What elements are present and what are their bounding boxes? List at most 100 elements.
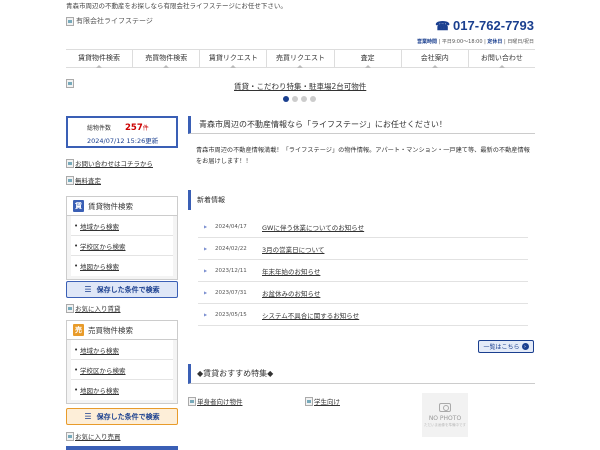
- news-item: 2023/05/15 システム不具合に関するお知らせ: [198, 304, 528, 326]
- sale-saved-search-button[interactable]: ☰ 保存した条件で検索: [66, 408, 178, 425]
- news-link[interactable]: システム不具合に関するお知らせ: [262, 310, 359, 320]
- rent-favorite-text: お気に入り賃貸: [75, 305, 121, 313]
- count-updated: 2024/07/12 15:26更新: [87, 137, 159, 145]
- nav-assessment[interactable]: 査定: [335, 50, 402, 68]
- rent-search-panel: 賃 賃貸物件検索 地域から検索 学校区から検索 地図から検索: [66, 196, 178, 280]
- phone-number[interactable]: ☎ 017-762-7793: [435, 18, 534, 33]
- rent-school-link[interactable]: 学校区から検索: [80, 241, 126, 251]
- broken-image-icon: [188, 396, 196, 406]
- broken-image-icon: [66, 158, 74, 168]
- camera-icon: [439, 402, 451, 412]
- news-link[interactable]: 年末年始のお知らせ: [262, 266, 320, 276]
- phone-icon: ☎: [435, 18, 451, 33]
- nav-sale-request[interactable]: 売買リクエスト: [267, 50, 335, 68]
- slider-dot-1[interactable]: [283, 96, 289, 102]
- rent-favorite-link[interactable]: お気に入り賃貸: [66, 303, 121, 313]
- assessment-banner-link[interactable]: 無料査定: [66, 175, 101, 185]
- intro-text: 青森市周辺の不動産情報満載！「ライフステージ」の物件情報。アパート・マンション・…: [196, 147, 530, 165]
- contact-banner-link[interactable]: お問い合わせはコチラから: [66, 158, 153, 168]
- rent-map-search[interactable]: 地図から検索: [71, 256, 173, 276]
- holiday-label: 定休日: [487, 39, 503, 45]
- sale-map-link[interactable]: 地図から検索: [80, 385, 119, 395]
- news-date: 2023/12/11: [215, 267, 247, 274]
- no-photo-label: NO PHOTO: [428, 414, 462, 422]
- news-date: 2024/04/17: [215, 223, 247, 230]
- holiday-value: 日曜日/祝日: [507, 39, 534, 45]
- logo-alt-text: 有限会社ライフステージ: [76, 17, 153, 25]
- saved-search-icon: ☰: [84, 412, 92, 421]
- recommend-heading: ◆賃貸おすすめ特集◆: [188, 364, 535, 384]
- news-date: 2023/07/31: [215, 289, 247, 296]
- news-link[interactable]: お盆休みのお知らせ: [262, 288, 320, 298]
- rent-map-link[interactable]: 地図から検索: [80, 261, 119, 271]
- news-date: 2023/05/15: [215, 311, 247, 318]
- main-heading: 青森市周辺の不動産情報なら「ライフステージ」にお任せください！: [188, 116, 535, 134]
- nav-sale-search[interactable]: 売買物件検索: [133, 50, 201, 68]
- news-link[interactable]: 3月の営業日について: [262, 244, 324, 254]
- sale-search-panel: 売 売買物件検索 地域から検索 学校区から検索 地図から検索: [66, 320, 178, 404]
- site-logo[interactable]: 有限会社ライフステージ: [66, 16, 153, 26]
- sale-favorite-link[interactable]: お気に入り売買: [66, 431, 121, 441]
- nav-rent-search[interactable]: 賃貸物件検索: [66, 50, 134, 68]
- hours-value: 平日9:00～18:00: [441, 39, 483, 45]
- no-photo-sub: ただいま画像を準備中です: [424, 422, 466, 427]
- saved-search-icon: ☰: [84, 285, 92, 294]
- broken-image-icon: [66, 16, 74, 26]
- hours-label: 営業時間: [417, 39, 438, 45]
- banner-broken-image-icon: [66, 79, 74, 88]
- rent-saved-label: 保存した条件で検索: [96, 285, 160, 294]
- rent-area-link[interactable]: 地域から検索: [80, 221, 119, 231]
- sale-map-search[interactable]: 地図から検索: [71, 380, 173, 400]
- contact-banner-text: お問い合わせはコチラから: [75, 160, 153, 168]
- broken-image-icon: [66, 431, 74, 441]
- sale-area-link[interactable]: 地域から検索: [80, 345, 119, 355]
- sale-school-search[interactable]: 学校区から検索: [71, 360, 173, 380]
- news-more-button[interactable]: 一覧はこちら ›: [478, 340, 534, 353]
- news-item: 2023/07/31 お盆休みのお知らせ: [198, 282, 528, 304]
- news-date: 2024/02/22: [215, 245, 247, 252]
- chevron-right-icon: ›: [521, 343, 529, 350]
- recommend-student-link[interactable]: 学生向け: [305, 396, 340, 406]
- rent-saved-search-button[interactable]: ☰ 保存した条件で検索: [66, 281, 178, 298]
- slider-dot-3[interactable]: [301, 96, 307, 102]
- recommend-student-text: 学生向け: [314, 398, 340, 406]
- slider-dots: [283, 96, 316, 102]
- nav-rent-request[interactable]: 賃貸リクエスト: [200, 50, 268, 68]
- sale-search-title: 売買物件検索: [88, 325, 133, 335]
- recommend-single-link[interactable]: 単身者向け物件: [188, 396, 243, 406]
- news-item: 2023/12/11 年末年始のお知らせ: [198, 260, 528, 282]
- rent-area-search[interactable]: 地域から検索: [71, 216, 173, 236]
- news-item: 2024/02/22 3月の営業日について: [198, 238, 528, 260]
- slider-dot-4[interactable]: [310, 96, 316, 102]
- sidebar-bottom-banner[interactable]: [66, 446, 178, 450]
- assessment-banner-text: 無料査定: [75, 177, 101, 185]
- news-list: 2024/04/17 GWに伴う休業についてのお知らせ 2024/02/22 3…: [198, 216, 528, 326]
- more-label: 一覧はこちら: [483, 344, 520, 351]
- rent-icon: 賃: [73, 200, 84, 212]
- banner-link[interactable]: 賃貸・こだわり特集・駐車場2台可物件: [234, 81, 366, 92]
- sale-school-link[interactable]: 学校区から検索: [80, 365, 126, 375]
- global-nav: 賃貸物件検索 売買物件検索 賃貸リクエスト 売買リクエスト 査定 会社案内 お問…: [66, 49, 535, 68]
- no-photo-placeholder[interactable]: NO PHOTO ただいま画像を準備中です: [422, 393, 468, 437]
- news-link[interactable]: GWに伴う休業についてのお知らせ: [262, 222, 364, 232]
- sale-icon: 売: [73, 324, 84, 336]
- phone-text: 017-762-7793: [453, 18, 534, 33]
- broken-image-icon: [66, 303, 74, 313]
- nav-contact[interactable]: お問い合わせ: [469, 50, 535, 68]
- property-count-box: 総物件数 257件 2024/07/12 15:26更新: [66, 116, 178, 148]
- broken-image-icon: [305, 396, 313, 406]
- sale-area-search[interactable]: 地域から検索: [71, 340, 173, 360]
- slider-dot-2[interactable]: [292, 96, 298, 102]
- broken-image-icon: [66, 175, 74, 185]
- count-value: 257: [125, 123, 143, 133]
- sale-saved-label: 保存した条件で検索: [96, 412, 160, 421]
- sale-search-header: 売 売買物件検索: [67, 321, 177, 340]
- news-heading: 新着情報: [188, 190, 535, 210]
- sale-favorite-text: お気に入り売買: [75, 433, 121, 441]
- rent-school-search[interactable]: 学校区から検索: [71, 236, 173, 256]
- business-hours: 営業時間 | 平日9:00～18:00 | 定休日 | 日曜日/祝日: [417, 39, 534, 45]
- recommend-single-text: 単身者向け物件: [197, 398, 243, 406]
- nav-company[interactable]: 会社案内: [402, 50, 469, 68]
- rent-search-header: 賃 賃貸物件検索: [67, 197, 177, 216]
- count-unit: 件: [142, 125, 149, 132]
